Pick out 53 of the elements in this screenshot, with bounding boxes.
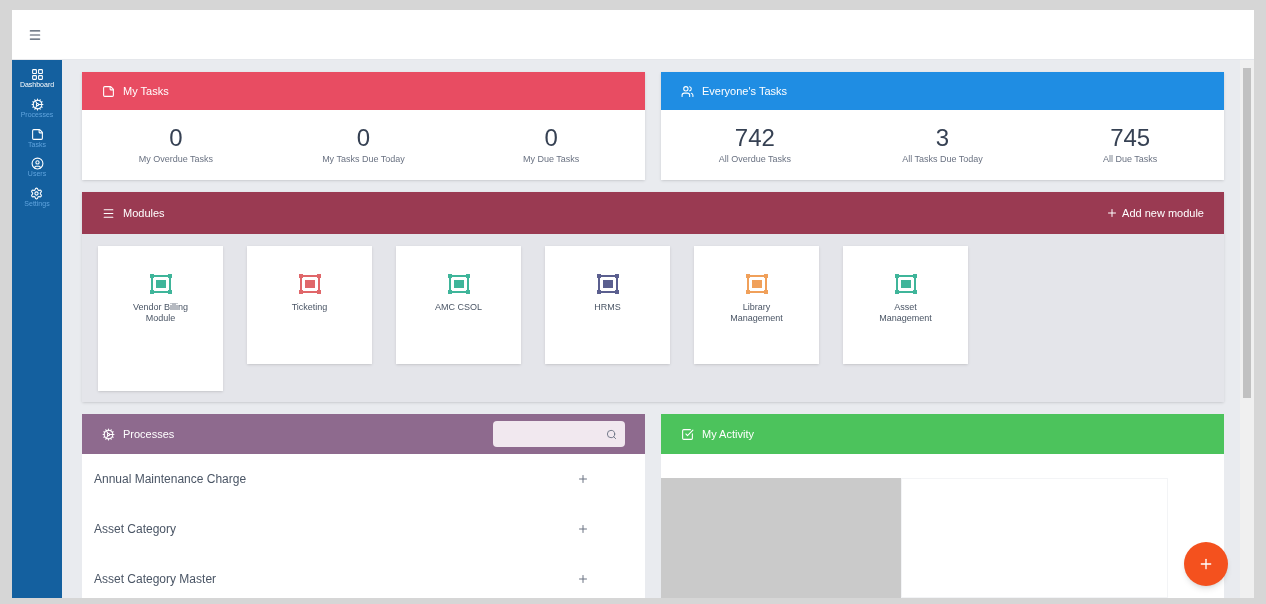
plus-icon xyxy=(1106,207,1119,219)
search-field[interactable] xyxy=(493,421,625,447)
gears-icon xyxy=(30,97,44,111)
stat-value: 0 xyxy=(356,123,371,154)
search-icon xyxy=(606,428,617,440)
plus-icon xyxy=(1198,556,1214,572)
header-icon xyxy=(102,427,115,441)
header-icon xyxy=(102,206,115,220)
module-name: Library Management xyxy=(729,302,784,325)
grid-icon xyxy=(30,68,44,81)
module-tile[interactable]: Ticketing xyxy=(247,246,372,364)
module-name: AMC CSOL xyxy=(434,302,483,314)
card-title: Everyone's Tasks xyxy=(702,83,788,99)
stat-value: 3 xyxy=(935,123,950,154)
header-icon xyxy=(681,427,694,441)
stat-value: 0 xyxy=(169,123,183,154)
module-tile[interactable]: AMC CSOL xyxy=(396,246,521,364)
stat-value: 0 xyxy=(544,123,558,154)
module-name: Vendor Billing Module xyxy=(131,302,189,325)
process-name[interactable]: Asset Category Master xyxy=(94,570,577,588)
stat-label: All Tasks Due Today xyxy=(902,153,983,167)
stat-label: My Due Tasks xyxy=(523,153,580,167)
settings-icon xyxy=(30,187,44,200)
user-icon xyxy=(30,157,44,171)
header-icon xyxy=(102,84,115,98)
module-tile[interactable]: HRMS xyxy=(545,246,670,364)
module-name: HRMS xyxy=(593,302,622,314)
stat-label: All Due Tasks xyxy=(1103,153,1158,167)
stat-value: 745 xyxy=(1110,123,1151,154)
add-icon[interactable] xyxy=(577,473,589,485)
process-name[interactable]: Annual Maintenance Charge xyxy=(94,470,577,488)
stat-label: My Tasks Due Today xyxy=(322,153,405,167)
add-icon[interactable] xyxy=(577,523,589,535)
stat-label: My Overdue Tasks xyxy=(138,153,213,167)
stat-label: All Overdue Tasks xyxy=(718,153,791,167)
module-tile[interactable]: Asset Management xyxy=(843,246,968,364)
module-tile[interactable]: Library Management xyxy=(694,246,819,364)
add-icon[interactable] xyxy=(577,573,589,585)
module-name: Asset Management xyxy=(878,302,933,325)
scrollbar[interactable] xyxy=(1240,60,1254,598)
add-module-button[interactable]: Add new module xyxy=(1106,204,1204,222)
card-title: My Activity xyxy=(702,426,754,442)
note-icon xyxy=(30,127,44,141)
header-icon xyxy=(681,84,694,98)
module-name: Ticketing xyxy=(290,302,329,314)
stat-value: 742 xyxy=(734,123,775,154)
card-title: Processes xyxy=(123,426,176,442)
menu-icon[interactable] xyxy=(28,27,42,42)
module-tile[interactable]: Vendor Billing Module xyxy=(98,246,223,391)
card-title: My Tasks xyxy=(123,83,169,99)
card-title: Modules xyxy=(123,205,166,221)
add-fab[interactable] xyxy=(1184,542,1228,586)
process-name[interactable]: Asset Category xyxy=(94,520,577,538)
